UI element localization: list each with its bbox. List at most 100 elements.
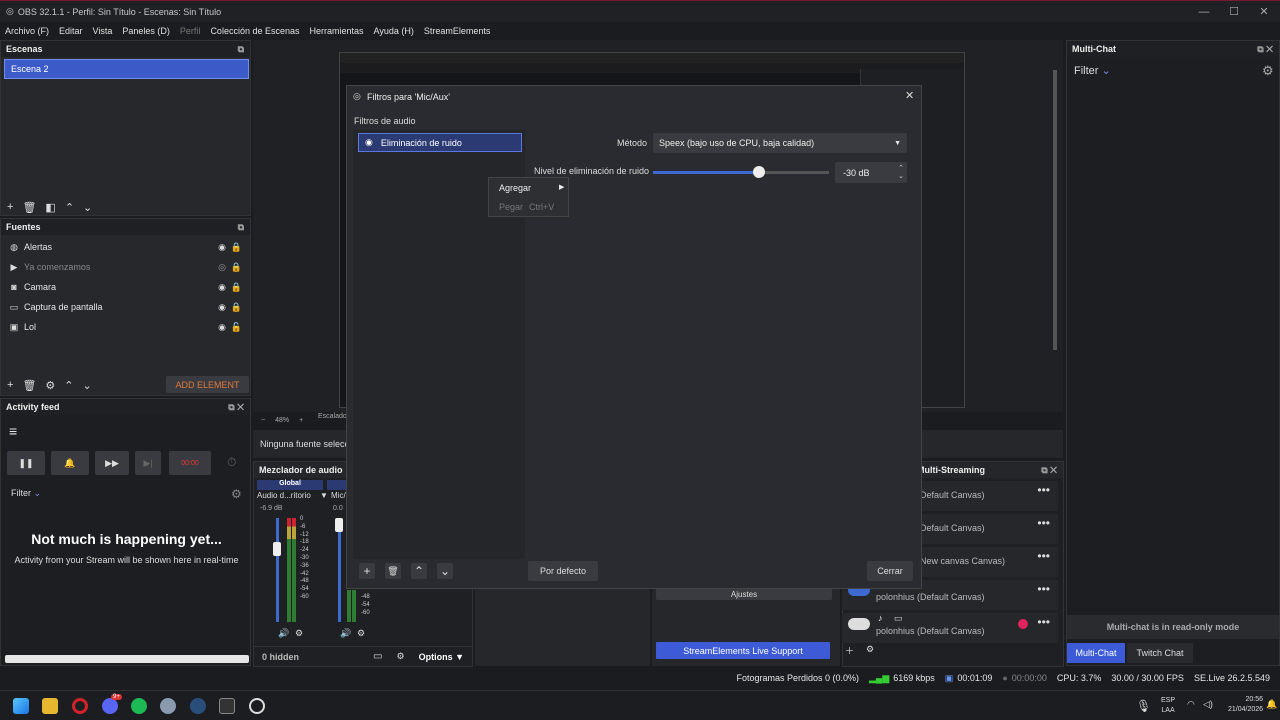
source-row[interactable]: ▶ Ya comenzamos ◎ 🔒 [1,257,250,277]
add-source-icon[interactable]: + [7,379,13,391]
clock[interactable]: 20:56 21/04/2026 [1228,695,1263,715]
spotify-icon[interactable] [131,698,147,714]
input-language[interactable]: ESP LAA [1161,696,1175,716]
visibility-eye-icon[interactable]: ◉ [218,302,226,313]
more-options-icon[interactable]: ••• [1037,582,1050,596]
remove-scene-icon[interactable]: 🗑 [22,201,36,214]
more-options-icon[interactable]: ••• [1037,549,1050,563]
gear-icon[interactable]: ⚙ [231,487,242,501]
add-element-button[interactable]: ADD ELEMENT [166,376,249,393]
visibility-eye-icon[interactable]: ◉ [218,242,226,253]
global-tab[interactable]: Global [257,480,323,490]
remove-filter-icon[interactable]: 🗑 [385,563,401,579]
defaults-button[interactable]: Por defecto [528,561,598,581]
volume-slider-track[interactable] [276,518,279,622]
file-explorer-icon[interactable] [42,698,58,714]
gear-icon[interactable]: ⚙ [866,644,874,657]
menu-paneles[interactable]: Paneles (D) [122,26,170,36]
skip-button[interactable]: ▶▶ [95,451,129,475]
menu-herramientas[interactable]: Herramientas [310,26,364,36]
timer-icon[interactable]: ⏱ [227,455,236,470]
mixer-layout-icon[interactable]: ▭ [373,651,382,662]
eye-icon[interactable]: ◉ [365,137,373,148]
move-down-icon[interactable]: ⌄ [83,379,92,392]
more-options-icon[interactable]: ••• [1037,516,1050,530]
add-scene-icon[interactable]: + [7,201,13,213]
zoom-in-icon[interactable]: + [299,417,303,424]
move-down-icon[interactable]: ⌄ [83,201,92,214]
menu-streamelements[interactable]: StreamElements [424,26,491,36]
windows-start-icon[interactable] [13,698,29,714]
move-up-icon[interactable]: ⌃ [411,563,427,579]
undock-close-icon[interactable]: ⧉ ✕ [228,402,244,413]
obs-taskbar-icon[interactable] [249,698,265,714]
opera-icon[interactable] [72,698,88,714]
ajustes-button[interactable]: Ajustes [656,588,832,600]
skip-end-button[interactable]: ▶| [135,451,161,475]
volume-slider-track[interactable] [338,518,341,622]
move-down-icon[interactable]: ⌄ [437,563,453,579]
bell-icon[interactable]: 🔔 [51,451,89,475]
menu-coleccion[interactable]: Colección de Escenas [210,26,299,36]
menu-ayuda[interactable]: Ayuda (H) [374,26,414,36]
volume-slider-handle[interactable] [273,542,281,556]
menu-vista[interactable]: Vista [93,26,113,36]
gear-icon[interactable]: ⚙ [45,379,55,392]
volume-slider-handle[interactable] [335,518,343,532]
tab-multi-chat[interactable]: Multi-Chat [1067,643,1125,663]
visibility-hidden-icon[interactable]: ◎ [218,262,226,273]
pause-button[interactable]: ❚❚ [7,451,45,475]
filter-item[interactable]: ◉ Eliminación de ruido [358,133,522,152]
undock-icon[interactable]: ⧉ [238,44,244,55]
lock-icon[interactable]: 🔒 [231,262,242,273]
add-filter-icon[interactable]: + [359,563,375,579]
chat-filter-dropdown[interactable]: Filter ⌄ [1074,64,1111,77]
context-add[interactable]: Agregar [499,183,531,193]
gear-icon[interactable]: ⚙ [295,628,303,639]
move-up-icon[interactable]: ⌃ [65,201,74,214]
source-row[interactable]: ▣ Lol ◉ 🔓 [1,317,250,337]
undock-close-icon[interactable]: ⧉ ✕ [1041,465,1057,476]
visibility-eye-icon[interactable]: ◉ [218,322,226,333]
scene-item[interactable]: Escena 2 [4,59,249,79]
volume-icon[interactable]: ◁) [1203,699,1213,710]
zoom-out-icon[interactable]: − [261,417,265,424]
hamburger-menu-icon[interactable]: ≡ [9,423,17,439]
undock-icon[interactable]: ⧉ [238,222,244,233]
visibility-eye-icon[interactable]: ◉ [218,282,226,293]
epic-games-icon[interactable] [219,698,235,714]
close-window-button[interactable]: ✕ [1250,3,1278,21]
lock-icon[interactable]: 🔒 [231,242,242,253]
options-dropdown[interactable]: Options ▼ [419,652,464,662]
support-button[interactable]: StreamElements Live Support [656,642,830,659]
settings-app-icon[interactable] [160,698,176,714]
more-options-icon[interactable]: ••• [1037,483,1050,497]
more-options-icon[interactable]: ••• [1037,615,1050,629]
unlock-icon[interactable]: 🔓 [231,322,242,333]
lock-icon[interactable]: 🔒 [231,302,242,313]
maximize-button[interactable]: ☐ [1220,3,1248,21]
method-select[interactable]: Speex (bajo uso de CPU, baja calidad) ▼ [653,133,907,153]
toggle-switch[interactable] [848,618,870,630]
lock-icon[interactable]: 🔒 [231,282,242,293]
gear-icon[interactable]: ⚙ [1262,63,1274,79]
dialog-close-icon[interactable]: ✕ [905,89,914,102]
notifications-icon[interactable]: 🔔 [1266,699,1277,710]
level-spinbox[interactable]: -30 dB ⌃ ⌄ [835,162,907,183]
gear-icon[interactable]: ⚙ [357,628,365,639]
menu-editar[interactable]: Editar [59,26,83,36]
preview-scrollbar[interactable] [1053,70,1057,350]
wifi-icon[interactable]: ◠ [1187,699,1195,710]
microphone-icon[interactable]: 🎙 [1136,699,1151,713]
speaker-icon[interactable]: 🔊 [278,628,289,639]
source-row[interactable]: ◙ Camara ◉ 🔒 [1,277,250,297]
mixer-settings-icon[interactable]: ⚙ [397,651,405,662]
source-row[interactable]: ▭ Captura de pantalla ◉ 🔒 [1,297,250,317]
remove-source-icon[interactable]: 🗑 [22,379,36,392]
steam-icon[interactable] [190,698,206,714]
level-slider-track[interactable] [653,166,829,178]
source-row[interactable]: ◍ Alertas ◉ 🔒 [1,237,250,257]
horizontal-scrollbar[interactable] [5,655,249,663]
add-target-icon[interactable]: ＋ [845,644,854,657]
channel-1-dropdown-icon[interactable]: ▼ [320,491,328,500]
